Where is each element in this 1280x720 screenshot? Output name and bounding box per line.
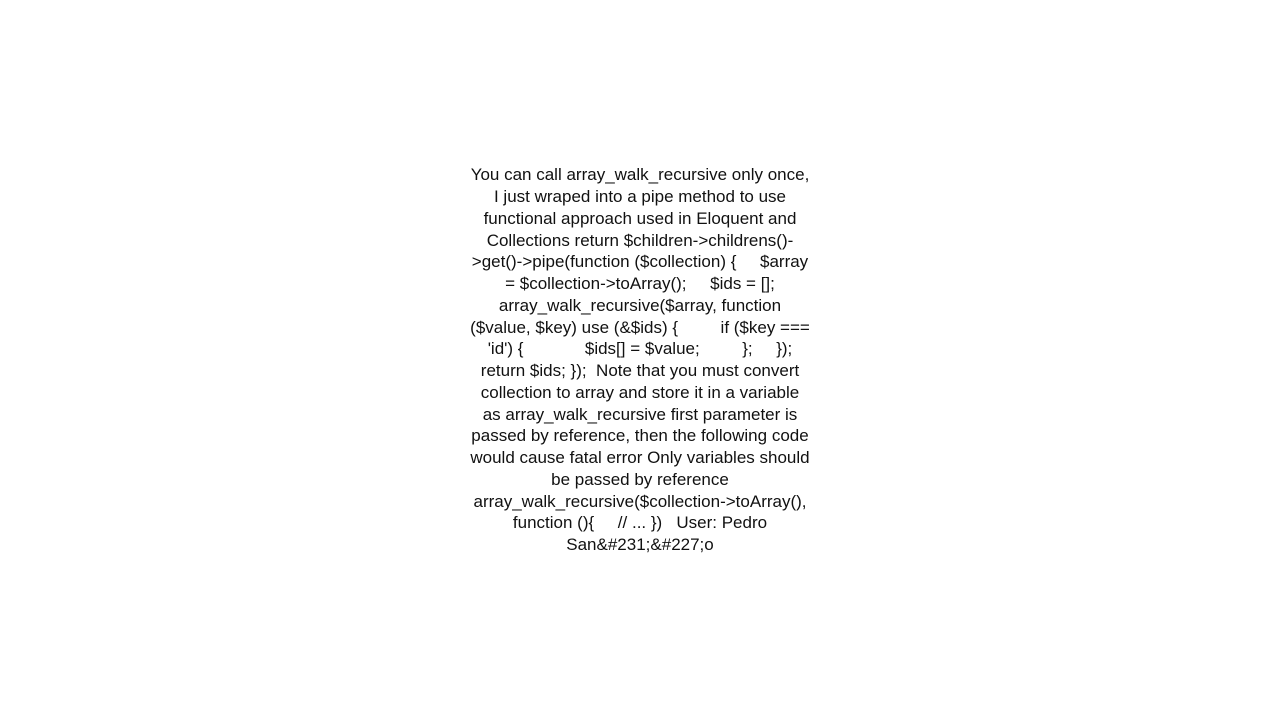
- document-text: You can call array_walk_recursive only o…: [470, 164, 810, 556]
